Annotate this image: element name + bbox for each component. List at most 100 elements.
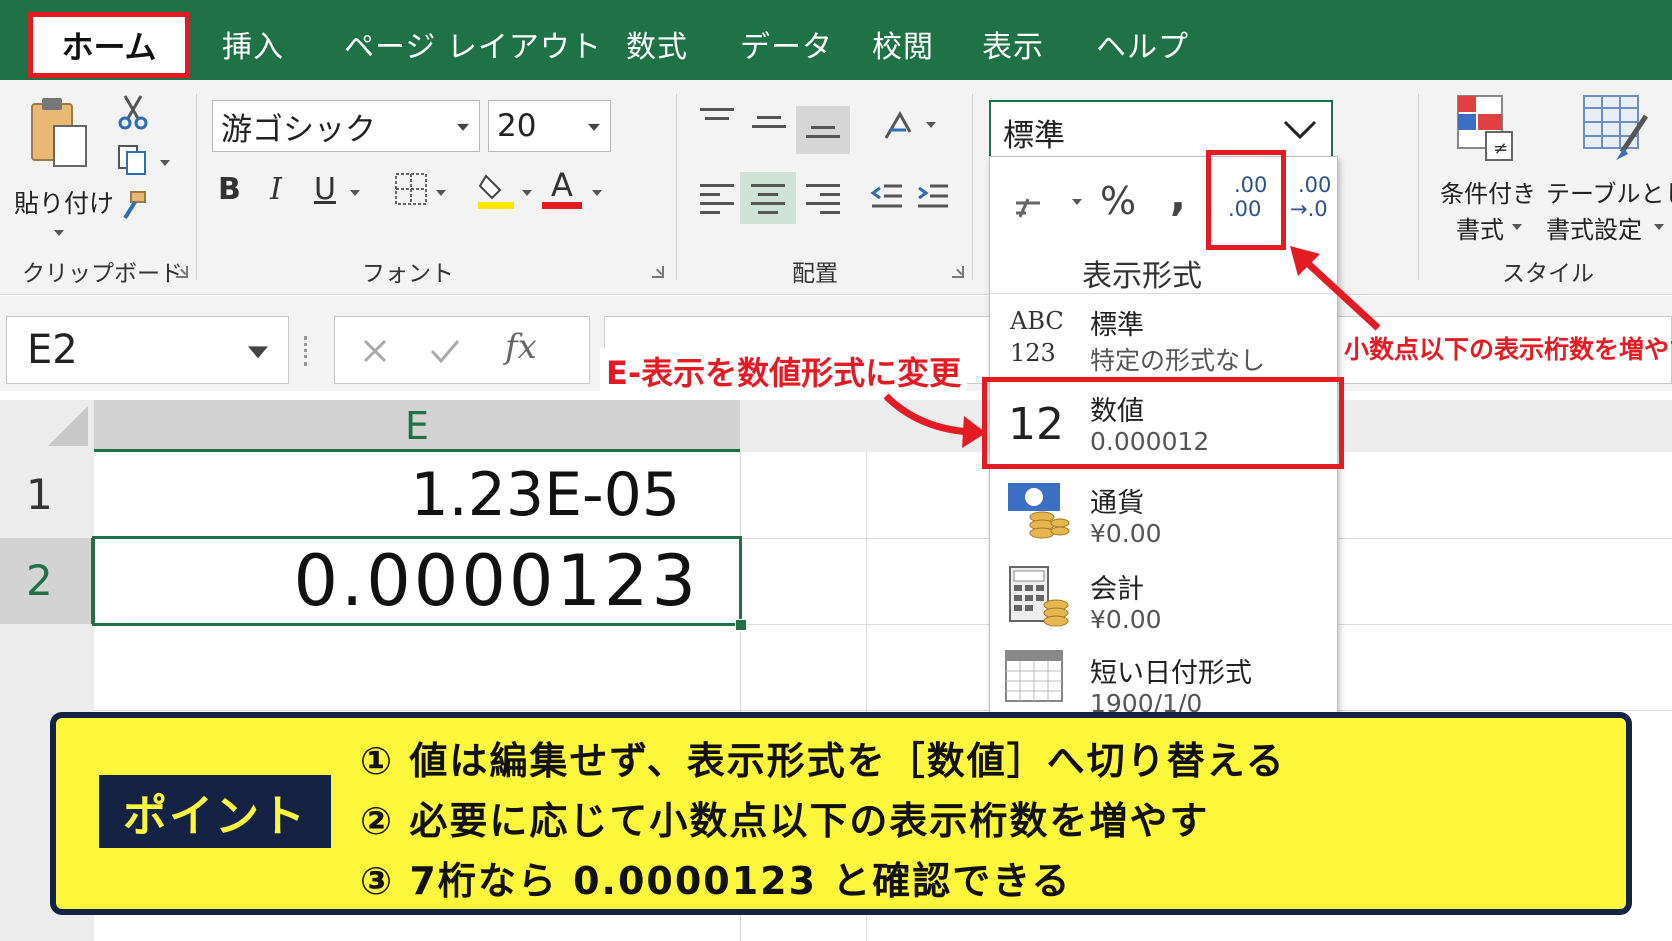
decrease-decimal-button[interactable]: .00 →.0 [1290, 173, 1334, 237]
number-group-label: 表示形式 [1082, 259, 1202, 294]
bold-button[interactable]: B [218, 172, 241, 207]
cut-icon[interactable] [117, 94, 149, 130]
align-bottom-icon [806, 126, 840, 144]
column-header-e[interactable]: E [94, 400, 740, 452]
copy-icon[interactable] [117, 144, 149, 176]
row-header-2-label: 2 [26, 556, 53, 605]
cell-e1-value: 1.23E-05 [410, 460, 680, 530]
format-item-accounting[interactable]: 会計 ¥0.00 [990, 561, 1337, 647]
general-format-icon: ABC 123 [1010, 305, 1070, 369]
align-center-icon [751, 184, 785, 220]
cell-e1[interactable]: 1.23E-05 [94, 452, 740, 538]
fill-color-dropdown-caret[interactable] [522, 190, 532, 196]
font-size-select[interactable]: 20 [488, 100, 611, 152]
currency-icon [1008, 483, 1070, 539]
enter-icon[interactable] [429, 337, 461, 365]
name-box[interactable]: E2 [6, 316, 289, 384]
calculator-icon [1009, 566, 1069, 627]
decrease-decimal-top: .00 [1298, 173, 1332, 197]
borders-icon[interactable] [394, 172, 428, 206]
paste-icon [31, 98, 87, 167]
underline-button[interactable]: U [314, 172, 336, 207]
percent-style-button[interactable]: % [1100, 179, 1136, 223]
tab-view[interactable]: 表示 [982, 22, 1044, 66]
font-color-button[interactable]: A [542, 166, 582, 210]
decrease-decimal-bottom: →.0 [1290, 197, 1328, 221]
row-header-1[interactable]: 1 [0, 452, 94, 538]
format-item-general-name: 標準 [1090, 310, 1144, 341]
chevron-down-icon [1512, 224, 1522, 230]
general-format-icon-text: ABC 123 [1010, 307, 1064, 367]
tab-home[interactable]: ホーム [28, 12, 190, 78]
align-center-button[interactable] [740, 172, 796, 224]
cancel-icon[interactable] [361, 337, 389, 365]
format-painter-icon[interactable] [117, 190, 149, 222]
underline-dropdown-caret[interactable] [350, 190, 360, 196]
font-color-dropdown-caret[interactable] [592, 190, 602, 196]
paste-label: 貼り付け [14, 189, 115, 218]
clipboard-group-label: クリップボード [22, 261, 183, 287]
format-as-table-button[interactable]: テーブルとして 書式設定 [1546, 94, 1672, 244]
paste-button[interactable]: 貼り付け [14, 92, 114, 242]
arrow-to-number-icon [883, 393, 986, 448]
tab-data[interactable]: データ [740, 22, 833, 66]
group-divider [676, 94, 677, 280]
italic-button[interactable]: I [270, 172, 282, 207]
formula-buttons: fx [334, 316, 590, 384]
font-color-glyph: A [551, 166, 573, 204]
accounting-format-icon[interactable] [1012, 191, 1044, 223]
cell-e2-selected[interactable]: 0.0000123 [92, 536, 742, 626]
conditional-formatting-label-2: 書式 [1456, 216, 1504, 244]
column-header-e-label: E [404, 404, 429, 448]
select-all-corner[interactable] [0, 400, 94, 452]
tab-review[interactable]: 校閲 [872, 22, 934, 66]
format-item-currency[interactable]: 通貨 ¥0.00 [990, 475, 1337, 561]
ribbon-tab-bar: ホーム 挿入 ページ レイアウト 数式 データ 校閲 表示 ヘルプ [0, 0, 1672, 80]
align-left-icon[interactable] [700, 184, 734, 220]
conditional-formatting-button[interactable]: ≠ 条件付き 書式 [1436, 94, 1536, 244]
alignment-dialog-launcher[interactable] [952, 266, 964, 278]
group-divider [196, 94, 197, 280]
format-item-general-sample: 特定の形式なし [1090, 346, 1266, 375]
tab-help[interactable]: ヘルプ [1096, 22, 1189, 66]
tab-formulas[interactable]: 数式 [626, 22, 688, 66]
annotation-increase-decimal: 小数点以下の表示桁数を増やす [1344, 335, 1672, 364]
format-item-currency-sample: ¥0.00 [1090, 519, 1162, 548]
orientation-icon[interactable] [880, 108, 916, 144]
comma-style-button[interactable]: , [1170, 171, 1186, 220]
increase-indent-icon[interactable] [916, 180, 950, 214]
align-middle-icon[interactable] [752, 116, 786, 134]
chevron-down-icon [248, 346, 268, 359]
insert-function-button[interactable]: fx [505, 327, 537, 367]
borders-dropdown-caret[interactable] [436, 190, 446, 196]
font-dialog-launcher[interactable] [652, 266, 664, 278]
font-name-select[interactable]: 游ゴシック [212, 100, 480, 152]
copy-dropdown-caret[interactable] [160, 160, 170, 166]
paste-dropdown-caret[interactable] [54, 230, 64, 236]
conditional-formatting-label-1: 条件付き [1440, 180, 1536, 208]
format-item-short-date-name: 短い日付形式 [1090, 658, 1252, 689]
cell-e2-value: 0.0000123 [293, 540, 699, 622]
formula-bar-splitter[interactable] [304, 336, 310, 366]
row-header-2[interactable]: 2 [0, 538, 94, 624]
tab-page-layout[interactable]: ページ レイアウト [344, 22, 602, 66]
conditional-formatting-icon: ≠ [1457, 95, 1513, 161]
number-format-value: 標準 [1003, 118, 1065, 154]
tab-insert[interactable]: 挿入 [222, 22, 284, 66]
format-as-table-icon [1583, 95, 1649, 160]
grid-line [94, 710, 1672, 711]
fill-color-icon[interactable] [476, 168, 516, 210]
align-top-icon[interactable] [700, 108, 734, 126]
orientation-dropdown-caret[interactable] [926, 122, 936, 128]
align-bottom-button[interactable] [796, 106, 850, 154]
highlight-box-number [982, 377, 1344, 469]
clipboard-dialog-launcher[interactable] [176, 266, 188, 278]
format-item-accounting-sample: ¥0.00 [1090, 605, 1162, 634]
decrease-indent-icon[interactable] [870, 180, 904, 214]
calendar-icon [1005, 650, 1063, 702]
format-as-table-label-2: 書式設定 [1546, 216, 1642, 244]
align-right-icon[interactable] [806, 184, 840, 220]
accounting-dropdown-caret[interactable] [1072, 199, 1082, 205]
fill-handle[interactable] [735, 619, 747, 631]
styles-group-label: スタイル [1502, 261, 1594, 287]
